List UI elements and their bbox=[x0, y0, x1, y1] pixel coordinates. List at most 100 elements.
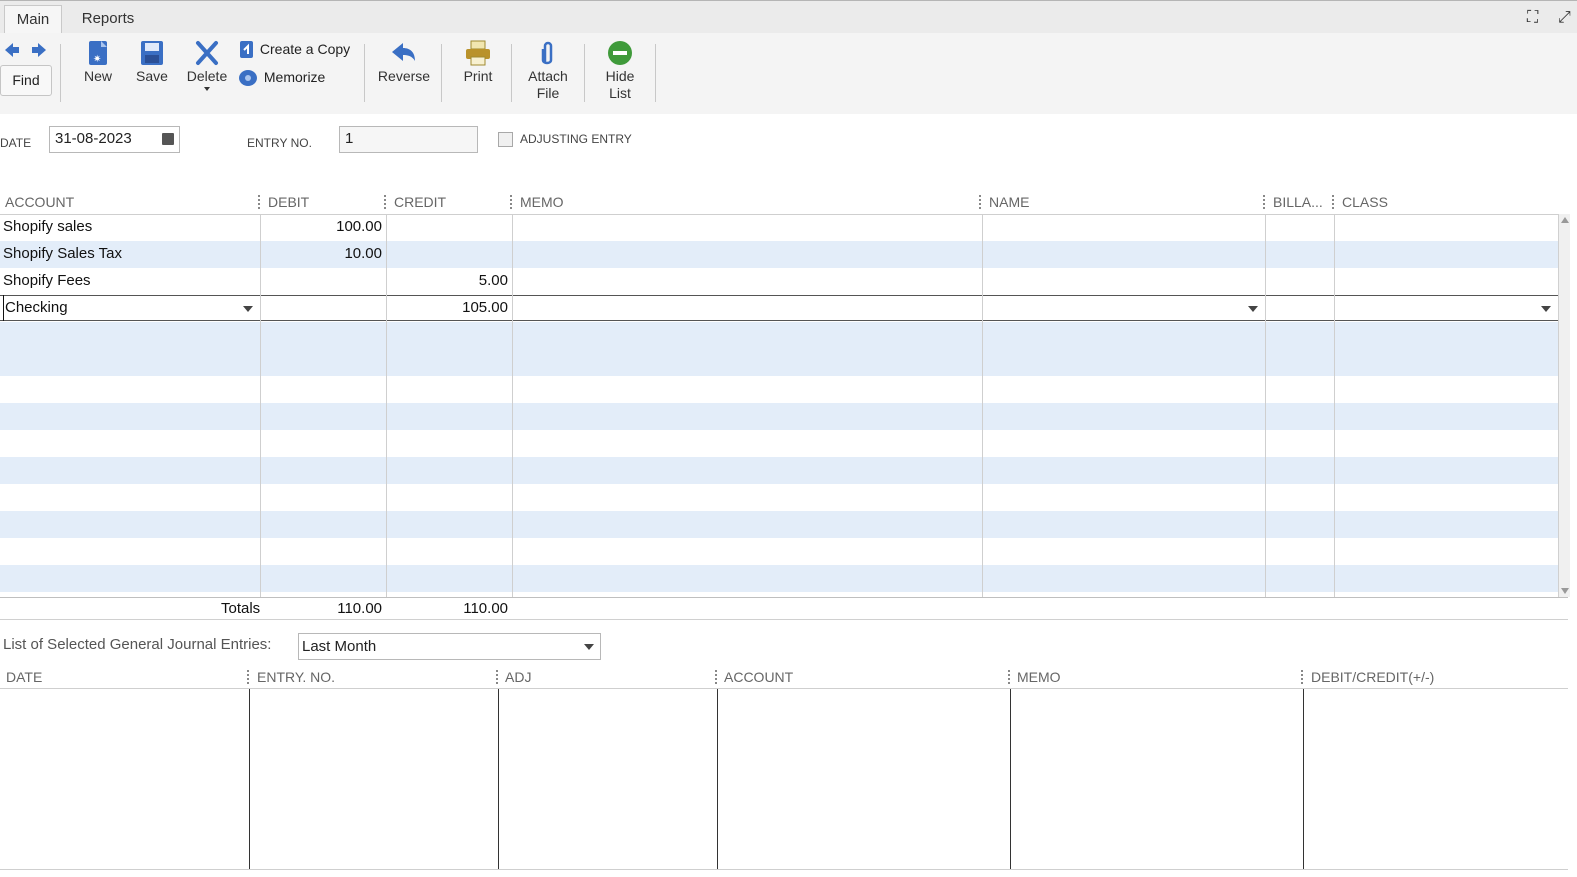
cell-debit[interactable]: 10.00 bbox=[262, 240, 382, 267]
class-dropdown-arrow-icon[interactable] bbox=[1541, 306, 1551, 312]
table-row-empty[interactable] bbox=[0, 565, 1558, 592]
new-button[interactable]: ✷ New bbox=[80, 40, 116, 85]
column-divider bbox=[1265, 214, 1266, 597]
cell-account[interactable]: Shopify Fees bbox=[3, 267, 91, 294]
table-row-empty[interactable] bbox=[0, 430, 1558, 457]
header-debit[interactable]: DEBIT bbox=[268, 190, 309, 214]
table-row[interactable] bbox=[0, 268, 1558, 295]
table-row-empty[interactable] bbox=[0, 484, 1558, 511]
create-copy-button[interactable]: Create a Copy bbox=[238, 39, 350, 59]
totals-label: Totals bbox=[221, 600, 261, 617]
svg-text:✷: ✷ bbox=[93, 54, 101, 65]
cell-credit[interactable]: 105.00 bbox=[388, 295, 508, 321]
header-billable[interactable]: BILLA... bbox=[1273, 190, 1323, 214]
delete-dropdown-arrow-icon[interactable] bbox=[204, 87, 210, 91]
list-filter-label: List of Selected General Journal Entries… bbox=[3, 636, 272, 653]
column-divider bbox=[1334, 214, 1335, 597]
print-button[interactable]: Print bbox=[458, 40, 498, 85]
toolbar-separator bbox=[60, 44, 61, 102]
scroll-up-icon[interactable] bbox=[1561, 217, 1569, 223]
column-resize-handle[interactable] bbox=[1332, 195, 1337, 209]
list-header-debit-credit[interactable]: DEBIT/CREDIT(+/-) bbox=[1311, 665, 1434, 689]
tab-main[interactable]: Main bbox=[4, 5, 62, 34]
list-column-divider bbox=[498, 689, 499, 870]
list-header-adj[interactable]: ADJ bbox=[505, 665, 531, 689]
entry-no-field[interactable]: 1 bbox=[339, 126, 478, 153]
header-memo[interactable]: MEMO bbox=[520, 190, 564, 214]
cell-debit[interactable]: 100.00 bbox=[262, 213, 382, 240]
column-resize-handle[interactable] bbox=[979, 195, 984, 209]
toolbar bbox=[0, 33, 1577, 114]
toolbar-separator bbox=[511, 44, 512, 102]
expand-icon[interactable]: ⛶ bbox=[1527, 9, 1538, 27]
column-resize-handle[interactable] bbox=[258, 195, 263, 209]
list-column-divider bbox=[1010, 689, 1011, 870]
next-arrow-icon[interactable] bbox=[31, 42, 47, 58]
copy-document-icon bbox=[240, 41, 253, 59]
table-row-empty[interactable] bbox=[0, 322, 1558, 349]
section-divider bbox=[0, 619, 1568, 620]
new-label: New bbox=[83, 68, 112, 84]
tab-reports[interactable]: Reports bbox=[72, 5, 144, 33]
scroll-down-icon[interactable] bbox=[1561, 588, 1569, 594]
header-class[interactable]: CLASS bbox=[1342, 190, 1388, 214]
list-header-date[interactable]: DATE bbox=[6, 665, 42, 689]
grid-scrollbar[interactable] bbox=[1558, 214, 1570, 597]
column-resize-handle[interactable] bbox=[1301, 670, 1306, 684]
delete-label: Delete bbox=[186, 68, 228, 84]
cell-account[interactable]: Shopify Sales Tax bbox=[3, 240, 122, 267]
attach-file-button[interactable]: Attach File bbox=[524, 40, 572, 102]
filter-dropdown-arrow-icon[interactable] bbox=[584, 644, 594, 650]
header-account[interactable]: ACCOUNT bbox=[5, 190, 74, 214]
column-divider bbox=[260, 214, 261, 597]
memorize-button[interactable]: Memorize bbox=[238, 67, 325, 87]
column-resize-handle[interactable] bbox=[1263, 195, 1268, 209]
collapse-icon[interactable]: ⤢ bbox=[1558, 9, 1571, 27]
delete-button[interactable]: Delete bbox=[185, 40, 229, 91]
table-row-empty[interactable] bbox=[0, 511, 1558, 538]
column-resize-handle[interactable] bbox=[384, 195, 389, 209]
column-resize-handle[interactable] bbox=[1008, 670, 1013, 684]
toolbar-separator bbox=[441, 44, 442, 102]
hide-list-button[interactable]: Hide List bbox=[598, 40, 642, 102]
calendar-icon[interactable] bbox=[162, 133, 174, 145]
table-row[interactable] bbox=[0, 214, 1558, 241]
paperclip-icon bbox=[541, 41, 553, 65]
table-row[interactable] bbox=[0, 241, 1558, 268]
column-resize-handle[interactable] bbox=[510, 195, 515, 209]
reverse-button[interactable]: Reverse bbox=[376, 40, 432, 85]
cell-account-editing[interactable]: Checking bbox=[3, 295, 68, 321]
column-resize-handle[interactable] bbox=[247, 670, 252, 684]
table-row-empty[interactable] bbox=[0, 376, 1558, 403]
list-column-divider bbox=[249, 689, 250, 870]
column-resize-handle[interactable] bbox=[496, 670, 501, 684]
table-row-active[interactable] bbox=[0, 295, 1558, 321]
entry-no-value: 1 bbox=[345, 130, 354, 147]
save-button[interactable]: Save bbox=[134, 40, 170, 85]
table-row-empty[interactable] bbox=[0, 403, 1558, 430]
list-header-account[interactable]: ACCOUNT bbox=[724, 665, 793, 689]
attach-label-line1: Attach bbox=[528, 68, 568, 84]
account-dropdown-arrow-icon[interactable] bbox=[243, 306, 253, 312]
adjusting-entry-checkbox[interactable] bbox=[498, 132, 513, 147]
header-credit[interactable]: CREDIT bbox=[394, 190, 446, 214]
table-row-empty[interactable] bbox=[0, 457, 1558, 484]
previous-arrow-icon[interactable] bbox=[4, 42, 20, 58]
list-filter-select[interactable]: Last Month bbox=[298, 633, 601, 660]
column-resize-handle[interactable] bbox=[715, 670, 720, 684]
cell-account[interactable]: Shopify sales bbox=[3, 213, 92, 240]
adjusting-entry-label: ADJUSTING ENTRY bbox=[520, 132, 632, 146]
printer-icon bbox=[466, 40, 490, 66]
header-name[interactable]: NAME bbox=[989, 190, 1029, 214]
find-button[interactable]: Find bbox=[0, 65, 52, 96]
date-value: 31-08-2023 bbox=[55, 130, 132, 147]
table-row-empty[interactable] bbox=[0, 538, 1558, 565]
table-row-empty[interactable] bbox=[0, 349, 1558, 376]
list-header-entry-no[interactable]: ENTRY. NO. bbox=[257, 665, 335, 689]
cell-credit[interactable]: 5.00 bbox=[388, 267, 508, 294]
delete-x-icon bbox=[196, 41, 218, 65]
name-dropdown-arrow-icon[interactable] bbox=[1248, 306, 1258, 312]
date-field[interactable]: 31-08-2023 bbox=[49, 126, 180, 153]
toolbar-separator bbox=[584, 44, 585, 102]
list-header-memo[interactable]: MEMO bbox=[1017, 665, 1061, 689]
